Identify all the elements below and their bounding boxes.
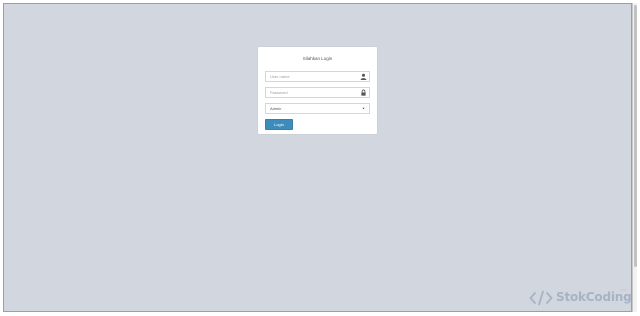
login-button[interactable]: Login [265,119,293,130]
username-input[interactable] [270,72,358,81]
user-icon [360,73,367,80]
vertical-scrollbar[interactable] [632,3,637,312]
scrollbar-thumb[interactable] [634,5,637,267]
role-select-value: Admin [270,106,282,111]
watermark-brand: StokCoding [556,290,632,304]
login-title: Silahkan Login [302,56,333,61]
password-field[interactable] [265,87,370,98]
caret-down-icon [362,107,365,110]
login-box: Silahkan Login Admin Login [258,47,377,134]
username-field[interactable] [265,71,370,82]
watermark-sub: .com [619,288,627,292]
watermark-logo: StokCoding .com [529,288,632,308]
page-background: Silahkan Login Admin Login [3,3,632,312]
code-brackets-icon [529,290,553,306]
password-input[interactable] [270,88,358,97]
role-select[interactable]: Admin [265,103,370,114]
lock-icon [361,89,366,96]
